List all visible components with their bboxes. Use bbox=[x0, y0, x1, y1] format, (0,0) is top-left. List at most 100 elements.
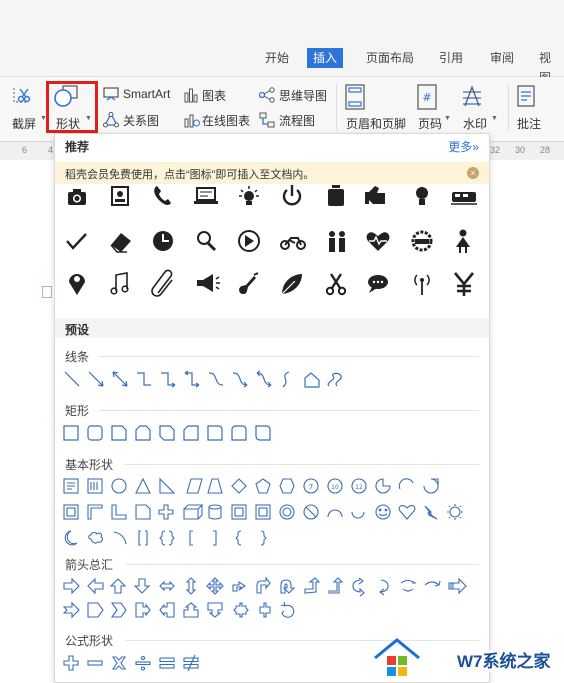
hexagon-shape[interactable] bbox=[279, 478, 295, 494]
tab-insert[interactable]: 插入 bbox=[307, 48, 344, 68]
line-shape[interactable] bbox=[64, 371, 80, 387]
diagonal-stripe-shape[interactable] bbox=[135, 504, 151, 520]
check-icon[interactable] bbox=[66, 233, 87, 250]
smiley-face-shape[interactable] bbox=[375, 504, 391, 520]
minus-shape[interactable] bbox=[87, 660, 103, 666]
laptop-icon[interactable] bbox=[194, 187, 218, 204]
teardrop-shape[interactable] bbox=[423, 478, 439, 494]
location-pin-icon[interactable] bbox=[69, 274, 85, 295]
elbow-connector-shape[interactable] bbox=[137, 372, 151, 386]
header-footer-button[interactable]: 页眉和页脚 bbox=[344, 84, 410, 131]
heart-pulse-icon[interactable] bbox=[366, 232, 390, 251]
bent-up-arrow-shape[interactable] bbox=[328, 577, 344, 594]
down-arrow-shape[interactable] bbox=[133, 578, 151, 594]
curved-up-arrow-shape[interactable] bbox=[400, 579, 417, 584]
leaf-icon[interactable] bbox=[281, 274, 302, 295]
music-note-icon[interactable] bbox=[110, 272, 129, 295]
close-icon[interactable]: × bbox=[467, 167, 479, 179]
cloud-shape[interactable] bbox=[88, 532, 103, 544]
curved-double-arrow-shape[interactable] bbox=[256, 370, 272, 388]
lightbulb-icon[interactable] bbox=[416, 187, 428, 205]
oval-shape[interactable] bbox=[111, 478, 127, 494]
left-right-arrow-callout-shape[interactable] bbox=[233, 602, 249, 618]
circular-arrow-shape[interactable] bbox=[280, 601, 295, 618]
page-number-button[interactable]: # 页码 ▼ bbox=[416, 84, 454, 131]
pentagon-arrow-shape[interactable] bbox=[87, 602, 104, 618]
trapezoid-shape[interactable] bbox=[207, 478, 223, 494]
parallelogram-shape[interactable] bbox=[186, 478, 203, 494]
cross-shape[interactable] bbox=[158, 504, 174, 520]
bulb-idea-icon[interactable] bbox=[239, 186, 259, 205]
chord-shape[interactable] bbox=[398, 478, 414, 490]
up-arrow-callout-shape[interactable] bbox=[183, 602, 199, 618]
tab-review[interactable]: 审阅 bbox=[484, 48, 520, 68]
family-icon[interactable] bbox=[329, 231, 345, 252]
quad-arrow-shape[interactable] bbox=[206, 577, 224, 595]
guitar-icon[interactable] bbox=[239, 272, 259, 294]
snip-same-side-rect-shape[interactable] bbox=[135, 425, 151, 441]
elbow-double-arrow-shape[interactable] bbox=[184, 370, 200, 388]
vertical-textbox-shape[interactable] bbox=[87, 478, 103, 494]
round-diagonal-rect-shape[interactable] bbox=[255, 425, 271, 441]
curved-right-arrow-shape[interactable] bbox=[352, 577, 365, 597]
comment-button[interactable]: 批注 bbox=[514, 84, 548, 131]
arrow-line-shape[interactable] bbox=[88, 371, 104, 387]
heart-shape[interactable] bbox=[398, 505, 416, 520]
right-bracket-shape[interactable] bbox=[213, 530, 217, 546]
pentagon-shape[interactable] bbox=[255, 478, 271, 494]
motorbike-icon[interactable] bbox=[280, 237, 306, 250]
folded-corner-shape[interactable] bbox=[351, 511, 365, 519]
more-link[interactable]: 更多» bbox=[448, 138, 479, 155]
right-triangle-shape[interactable] bbox=[159, 477, 176, 494]
moon-shape[interactable] bbox=[64, 530, 78, 546]
magnifier-icon[interactable] bbox=[197, 231, 217, 252]
snip-diagonal-rect-shape[interactable] bbox=[159, 425, 175, 441]
frame-shape[interactable] bbox=[63, 504, 79, 520]
tab-reference[interactable]: 引用 bbox=[433, 48, 469, 68]
paperclip-icon[interactable] bbox=[151, 269, 173, 297]
id-card-icon[interactable] bbox=[111, 186, 129, 206]
right-arrow-callout-shape[interactable] bbox=[135, 602, 151, 618]
megaphone-icon[interactable] bbox=[197, 274, 220, 292]
tab-page-layout[interactable]: 页面布局 bbox=[360, 48, 420, 68]
up-arrow-shape[interactable] bbox=[109, 578, 127, 594]
snip-round-rect-shape[interactable] bbox=[183, 425, 199, 441]
plaque-shape[interactable] bbox=[183, 504, 204, 520]
plus-shape[interactable] bbox=[63, 655, 79, 671]
equal-shape[interactable] bbox=[159, 657, 175, 663]
curved-arrow-connector-shape[interactable] bbox=[232, 372, 248, 388]
double-bracket-shape[interactable] bbox=[138, 530, 148, 546]
block-arc-shape[interactable] bbox=[327, 509, 343, 518]
left-bracket-shape[interactable] bbox=[189, 530, 193, 546]
cube-shape[interactable] bbox=[231, 504, 247, 520]
tab-view[interactable]: 视图 bbox=[533, 48, 564, 85]
down-arrow-callout-shape[interactable] bbox=[207, 602, 223, 618]
left-brace-shape[interactable] bbox=[235, 530, 242, 546]
yen-icon[interactable] bbox=[453, 272, 475, 296]
left-right-up-arrow-shape[interactable] bbox=[232, 580, 246, 592]
camera-icon[interactable] bbox=[68, 189, 86, 205]
scissors-icon[interactable] bbox=[325, 273, 347, 296]
double-brace-shape[interactable] bbox=[159, 530, 175, 546]
quad-arrow-callout-shape[interactable] bbox=[259, 602, 271, 618]
sun-shape[interactable] bbox=[449, 506, 461, 518]
right-arrow-shape[interactable] bbox=[63, 577, 80, 595]
pie-shape[interactable] bbox=[375, 478, 391, 494]
left-arrow-shape[interactable] bbox=[87, 577, 104, 595]
bottle-icon[interactable] bbox=[328, 185, 344, 206]
left-right-arrow-shape[interactable] bbox=[159, 580, 175, 592]
phone-icon[interactable] bbox=[154, 186, 171, 205]
bent-arrow-shape[interactable] bbox=[256, 577, 271, 594]
right-brace-shape[interactable] bbox=[260, 530, 267, 546]
play-icon[interactable] bbox=[238, 230, 260, 252]
clock-icon[interactable] bbox=[153, 231, 173, 251]
multiply-shape[interactable] bbox=[111, 656, 127, 670]
snip-corner-rect-shape[interactable] bbox=[111, 425, 127, 441]
round-corner-rect-shape[interactable] bbox=[207, 425, 223, 441]
elbow-arrow-connector-shape[interactable] bbox=[161, 372, 176, 388]
divide-shape[interactable] bbox=[135, 661, 151, 666]
curved-connector-shape[interactable] bbox=[208, 372, 224, 386]
round-same-side-rect-shape[interactable] bbox=[231, 425, 247, 441]
eraser-icon[interactable] bbox=[110, 233, 131, 253]
freeform-shape[interactable] bbox=[304, 372, 320, 388]
